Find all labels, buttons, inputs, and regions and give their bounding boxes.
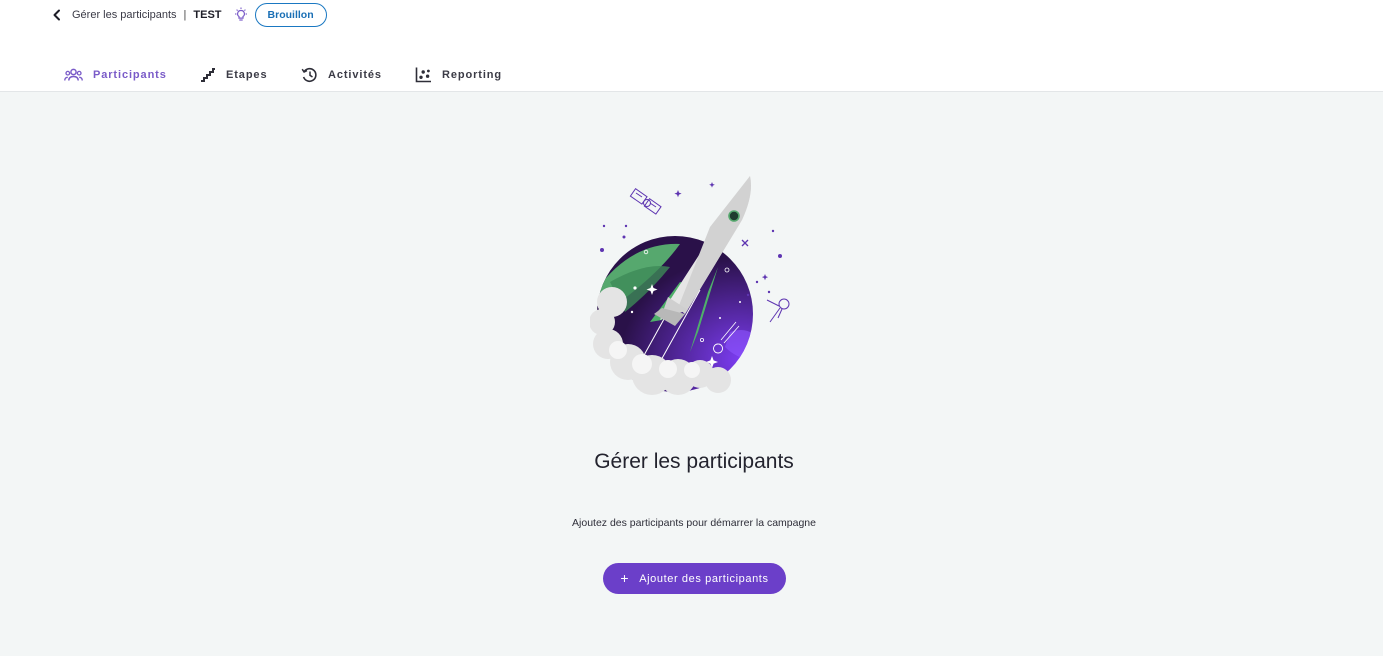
tab-etapes-label: Etapes	[226, 69, 268, 81]
tab-participants-label: Participants	[93, 69, 167, 81]
add-participants-button[interactable]: + Ajouter des participants	[603, 563, 786, 594]
breadcrumb-separator: |	[183, 9, 187, 21]
tab-participants[interactable]: Participants	[64, 64, 200, 86]
empty-state-subtitle: Ajoutez des participants pour démarrer l…	[572, 517, 816, 529]
lightbulb-icon[interactable]	[233, 7, 249, 23]
empty-state-title: Gérer les participants	[594, 450, 794, 473]
tab-activites[interactable]: Activités	[301, 64, 415, 86]
rocket-launch-illustration	[589, 172, 800, 402]
plus-icon: +	[620, 569, 630, 586]
back-chevron-icon[interactable]	[50, 8, 64, 22]
people-icon	[64, 68, 83, 82]
status-badge: Brouillon	[254, 3, 327, 27]
tab-reporting[interactable]: Reporting	[415, 64, 502, 86]
tab-etapes[interactable]: Etapes	[200, 64, 301, 86]
stairs-icon	[200, 68, 216, 82]
tab-bar: Participants Etapes Activités Reporting	[64, 64, 502, 86]
scatter-chart-icon	[415, 67, 432, 83]
tab-reporting-label: Reporting	[442, 69, 503, 81]
add-participants-label: Ajouter des participants	[639, 572, 769, 585]
history-icon	[301, 67, 318, 83]
breadcrumb: Gérer les participants | TEST Brouillon	[50, 3, 327, 27]
breadcrumb-current: TEST	[193, 9, 222, 21]
breadcrumb-parent-link[interactable]: Gérer les participants	[72, 9, 177, 21]
top-header: Gérer les participants | TEST Brouillon	[0, 0, 1383, 92]
tab-activites-label: Activités	[328, 69, 382, 81]
